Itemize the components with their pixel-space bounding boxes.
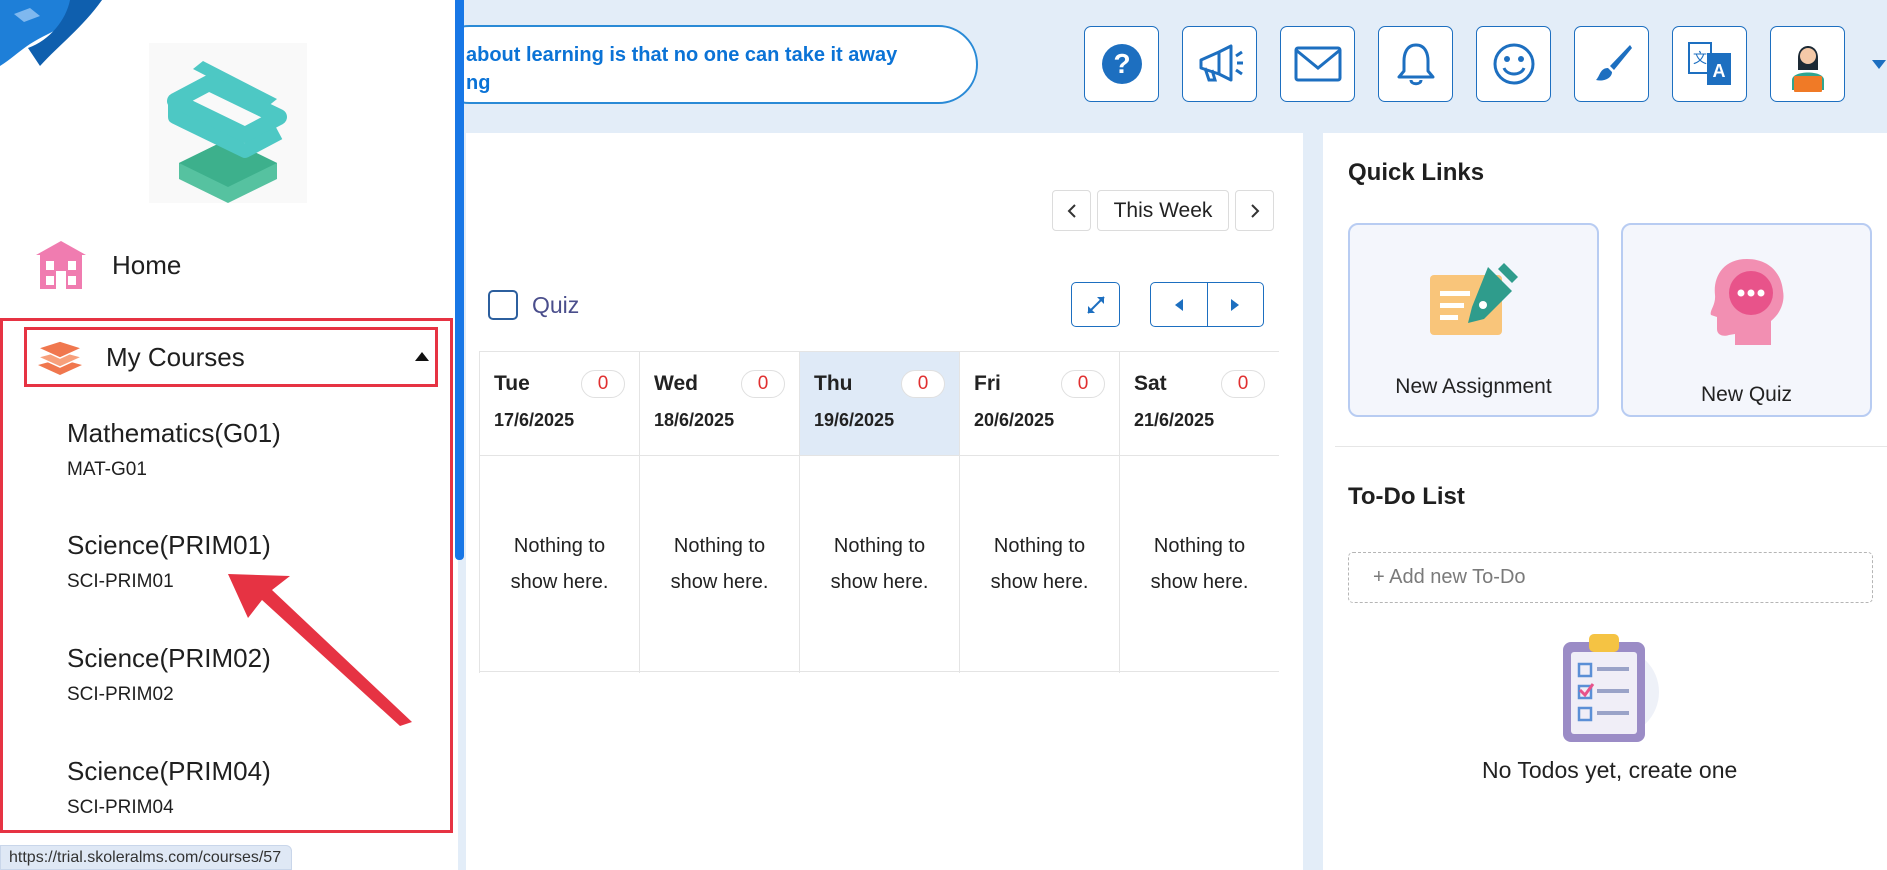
day-header: Fri 20/6/2025 0 bbox=[960, 351, 1119, 456]
day-header: Sat 21/6/2025 0 bbox=[1120, 351, 1279, 456]
sidebar-item-home[interactable]: Home bbox=[36, 241, 181, 289]
smiley-icon bbox=[1493, 43, 1534, 85]
svg-text:?: ? bbox=[1113, 48, 1130, 79]
header-toolbar: ? 文 A bbox=[1084, 26, 1845, 102]
messages-button[interactable] bbox=[1280, 26, 1355, 102]
courses-stack-icon bbox=[36, 340, 84, 375]
quote-banner: about learning is that no one can take i… bbox=[430, 25, 978, 104]
day-header: Thu 19/6/2025 0 bbox=[800, 351, 959, 456]
help-button[interactable]: ? bbox=[1084, 26, 1159, 102]
week-navigation: This Week bbox=[1052, 190, 1274, 231]
course-code: SCI-PRIM04 bbox=[67, 797, 174, 818]
notifications-button[interactable] bbox=[1378, 26, 1453, 102]
school-logo[interactable] bbox=[149, 43, 307, 203]
new-assignment-label: New Assignment bbox=[1395, 375, 1552, 398]
day-date: 20/6/2025 bbox=[974, 410, 1055, 430]
course-link[interactable]: Science(PRIM04) SCI-PRIM04 bbox=[67, 756, 271, 819]
new-quiz-label: New Quiz bbox=[1700, 383, 1793, 406]
quick-links-title: Quick Links bbox=[1348, 159, 1485, 186]
new-assignment-card[interactable]: New Assignment bbox=[1348, 223, 1599, 417]
day-date: 19/6/2025 bbox=[814, 410, 895, 430]
scroll-left-button[interactable] bbox=[1151, 283, 1208, 326]
language-button[interactable]: 文 A bbox=[1672, 26, 1747, 102]
chevron-right-icon bbox=[1250, 203, 1259, 218]
feedback-button[interactable] bbox=[1476, 26, 1551, 102]
pointer-arrow-annotation bbox=[228, 574, 412, 726]
expand-icon bbox=[1086, 295, 1105, 314]
day-column-wed: Wed 18/6/2025 0 Nothing to show here. bbox=[639, 351, 799, 673]
avatar-icon bbox=[1791, 46, 1824, 92]
quote-line-2: ng bbox=[466, 72, 491, 94]
quote-line-1: about learning is that no one can take i… bbox=[466, 44, 898, 66]
status-bar-url: https://trial.skoleralms.com/courses/57 bbox=[0, 845, 293, 870]
day-header: Wed 18/6/2025 0 bbox=[640, 351, 799, 456]
logo-icon bbox=[167, 61, 287, 203]
add-todo-input[interactable]: + Add new To-Do bbox=[1348, 552, 1873, 603]
course-name: Mathematics(G01) bbox=[67, 418, 281, 448]
svg-text:文: 文 bbox=[1693, 51, 1707, 67]
day-empty-message: Nothing to show here. bbox=[800, 456, 959, 672]
svg-text:A: A bbox=[1712, 61, 1725, 81]
day-count-badge: 0 bbox=[901, 370, 945, 398]
day-count-badge: 0 bbox=[581, 370, 625, 398]
previous-week-button[interactable] bbox=[1052, 190, 1091, 231]
quiz-filter-label: Quiz bbox=[532, 291, 580, 318]
day-date: 17/6/2025 bbox=[494, 410, 575, 430]
help-icon: ? bbox=[1101, 44, 1142, 84]
sidebar-toggle-icon[interactable] bbox=[0, 0, 102, 66]
quiz-filter: Quiz bbox=[488, 290, 579, 320]
mail-icon bbox=[1294, 46, 1341, 82]
megaphone-icon bbox=[1199, 44, 1243, 82]
caret-up-icon bbox=[415, 352, 429, 361]
quiz-head-icon bbox=[1710, 259, 1783, 345]
caret-right-icon bbox=[1231, 298, 1240, 311]
day-empty-message: Nothing to show here. bbox=[960, 456, 1119, 672]
new-quiz-card[interactable]: New Quiz bbox=[1621, 223, 1872, 417]
caret-left-icon bbox=[1174, 298, 1183, 311]
day-column-thu: Thu 19/6/2025 0 Nothing to show here. bbox=[799, 351, 959, 673]
chevron-left-icon bbox=[1067, 203, 1076, 218]
brush-icon bbox=[1595, 45, 1632, 81]
scroll-right-button[interactable] bbox=[1208, 283, 1264, 326]
profile-menu-caret-icon[interactable] bbox=[1872, 60, 1886, 70]
sidebar-item-label: Home bbox=[112, 249, 182, 280]
expand-calendar-button[interactable] bbox=[1071, 282, 1120, 327]
theme-button[interactable] bbox=[1574, 26, 1649, 102]
todo-list-title: To-Do List bbox=[1348, 483, 1465, 510]
sidebar-item-label: My Courses bbox=[106, 341, 245, 372]
bell-icon bbox=[1397, 43, 1434, 86]
announcements-button[interactable] bbox=[1182, 26, 1257, 102]
sidebar-item-my-courses[interactable]: My Courses bbox=[24, 327, 438, 387]
home-icon bbox=[36, 241, 86, 289]
day-count-badge: 0 bbox=[741, 370, 785, 398]
panel-divider bbox=[1335, 446, 1887, 447]
sidebar-scrollbar[interactable] bbox=[455, 0, 464, 560]
course-name: Science(PRIM01) bbox=[67, 530, 271, 560]
quiz-checkbox[interactable] bbox=[488, 290, 518, 320]
course-name: Science(PRIM04) bbox=[67, 756, 271, 786]
day-date: 21/6/2025 bbox=[1134, 410, 1215, 430]
next-week-button[interactable] bbox=[1235, 190, 1274, 231]
day-empty-message: Nothing to show here. bbox=[1120, 456, 1279, 672]
course-code: MAT-G01 bbox=[67, 459, 147, 480]
day-count-badge: 0 bbox=[1221, 370, 1265, 398]
day-empty-message: Nothing to show here. bbox=[640, 456, 799, 672]
calendar-scroll-buttons bbox=[1150, 282, 1264, 327]
profile-button[interactable] bbox=[1770, 26, 1845, 102]
clipboard-checklist-icon bbox=[1563, 634, 1659, 742]
day-column-sat: Sat 21/6/2025 0 Nothing to show here. bbox=[1119, 351, 1279, 673]
this-week-button[interactable]: This Week bbox=[1097, 190, 1229, 231]
day-column-fri: Fri 20/6/2025 0 Nothing to show here. bbox=[959, 351, 1119, 673]
day-date: 18/6/2025 bbox=[654, 410, 735, 430]
week-calendar: Tue 17/6/2025 0 Nothing to show here. We… bbox=[479, 351, 1279, 673]
day-header: Tue 17/6/2025 0 bbox=[480, 351, 639, 456]
translate-icon: 文 A bbox=[1687, 42, 1731, 85]
day-column-tue: Tue 17/6/2025 0 Nothing to show here. bbox=[479, 351, 639, 673]
day-empty-message: Nothing to show here. bbox=[480, 456, 639, 672]
day-count-badge: 0 bbox=[1061, 370, 1105, 398]
todo-empty-message: No Todos yet, create one bbox=[1482, 757, 1738, 783]
assignment-pen-icon bbox=[1429, 263, 1518, 335]
course-link[interactable]: Mathematics(G01) MAT-G01 bbox=[67, 418, 281, 481]
